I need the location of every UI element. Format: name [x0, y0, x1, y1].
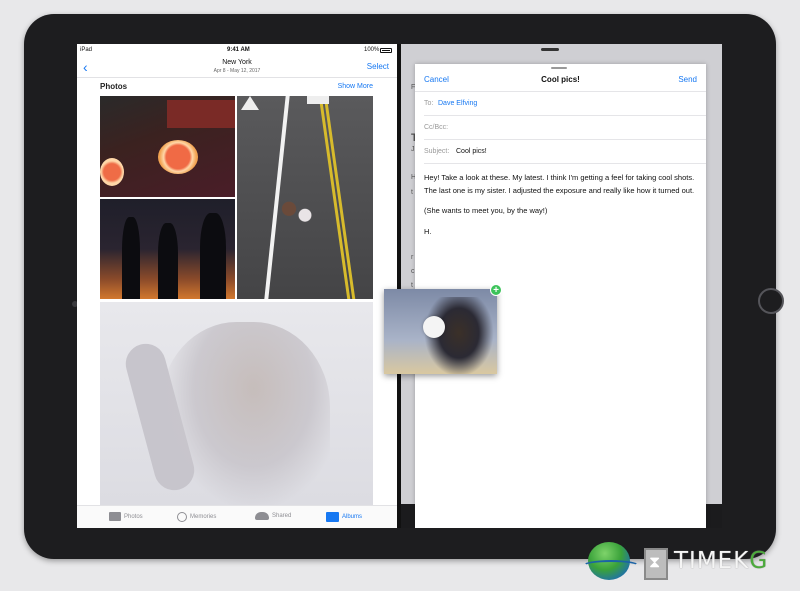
touch-point-indicator	[423, 316, 445, 338]
photo-detail	[307, 96, 329, 104]
photo-detail	[318, 96, 351, 299]
send-button[interactable]: Send	[678, 75, 697, 84]
tab-albums[interactable]: Albums	[326, 512, 362, 522]
photo-sunset[interactable]	[100, 199, 235, 299]
date-range: Apr 8 - May 12, 2017	[213, 68, 261, 74]
to-label: To:	[424, 100, 434, 107]
tab-label: Memories	[190, 514, 217, 520]
device-label: iPad	[80, 47, 93, 53]
section-title: Photos	[100, 82, 128, 91]
cc-label: Cc/Bcc:	[424, 124, 449, 131]
body-paragraph: H.	[424, 226, 432, 236]
photo-grapefruit[interactable]	[100, 96, 235, 197]
add-badge-icon: +	[490, 284, 502, 296]
to-field[interactable]: To: Dave Elfving	[424, 92, 706, 116]
watermark-text-a: TIME	[674, 548, 734, 574]
subject-label: Subject:	[424, 148, 450, 155]
photo-detail	[100, 158, 124, 186]
globe-icon	[582, 542, 640, 580]
tab-label: Shared	[272, 513, 292, 519]
nav-bar: ‹ New York Apr 8 - May 12, 2017 Select	[77, 56, 397, 78]
ghost-text: r	[411, 254, 414, 261]
watermark-text: TIMEKG	[674, 548, 768, 574]
to-recipient[interactable]: Dave Elfving	[438, 100, 477, 107]
ghost-text: c	[411, 268, 415, 275]
body-paragraph: Hey! Take a look at these. My latest. I …	[424, 173, 695, 195]
photo-detail	[122, 217, 140, 299]
tab-label: Photos	[124, 513, 143, 520]
tab-shared[interactable]: Shared	[255, 512, 291, 520]
photo-woman-selected[interactable]	[100, 302, 373, 505]
select-button[interactable]: Select	[367, 62, 389, 71]
photo-detail	[323, 96, 356, 299]
photo-detail	[200, 213, 226, 299]
tab-bar: Photos Memories Shared Albums	[77, 505, 397, 528]
photo-detail	[158, 140, 198, 174]
photo-detail	[167, 100, 235, 128]
ghost-text: t	[411, 282, 413, 289]
dragged-photo-thumbnail[interactable]	[384, 289, 497, 374]
watermark-text-b: K	[733, 548, 750, 574]
ghost-text: J	[411, 146, 415, 153]
cloud-icon	[255, 512, 269, 520]
photo-road[interactable]	[237, 96, 373, 299]
watermark-logo: TIMEKG	[582, 538, 797, 586]
photo-detail	[160, 322, 330, 505]
subject-value: Cool pics!	[456, 148, 487, 155]
compose-header: Cancel Cool pics! Send	[415, 70, 706, 92]
memories-icon	[177, 512, 187, 522]
photo-detail	[241, 96, 259, 110]
compose-title: Cool pics!	[541, 75, 580, 84]
subject-field[interactable]: Subject: Cool pics!	[424, 140, 706, 164]
battery-icon	[380, 48, 392, 53]
photo-detail	[277, 196, 317, 228]
photos-icon	[109, 512, 121, 521]
watermark-text-c: G	[749, 548, 769, 574]
status-bar: iPad 9:41 AM 100%	[77, 44, 397, 56]
body-paragraph: (She wants to meet you, by the way!)	[424, 206, 548, 215]
sheet-grabber[interactable]	[551, 67, 567, 69]
page-title: New York	[222, 59, 252, 66]
battery-percent: 100%	[364, 47, 380, 53]
ghost-text: t	[411, 189, 413, 196]
message-body[interactable]: Hey! Take a look at these. My latest. I …	[424, 172, 699, 246]
tab-memories[interactable]: Memories	[177, 512, 216, 522]
tab-label: Albums	[342, 514, 363, 520]
clock: 9:41 AM	[227, 47, 250, 53]
show-more-link[interactable]: Show More	[338, 83, 373, 90]
cc-bcc-field[interactable]: Cc/Bcc:	[424, 116, 706, 140]
albums-icon	[326, 512, 339, 522]
photo-detail	[158, 223, 178, 299]
photos-app: iPad 9:41 AM 100% ‹ New York Apr 8 - May…	[77, 44, 397, 528]
tab-photos[interactable]: Photos	[109, 512, 143, 521]
app-grabber[interactable]	[541, 48, 559, 51]
home-button[interactable]	[758, 288, 784, 314]
hourglass-icon	[644, 548, 668, 580]
ipad-screen: iPad 9:41 AM 100% ‹ New York Apr 8 - May…	[77, 44, 722, 528]
